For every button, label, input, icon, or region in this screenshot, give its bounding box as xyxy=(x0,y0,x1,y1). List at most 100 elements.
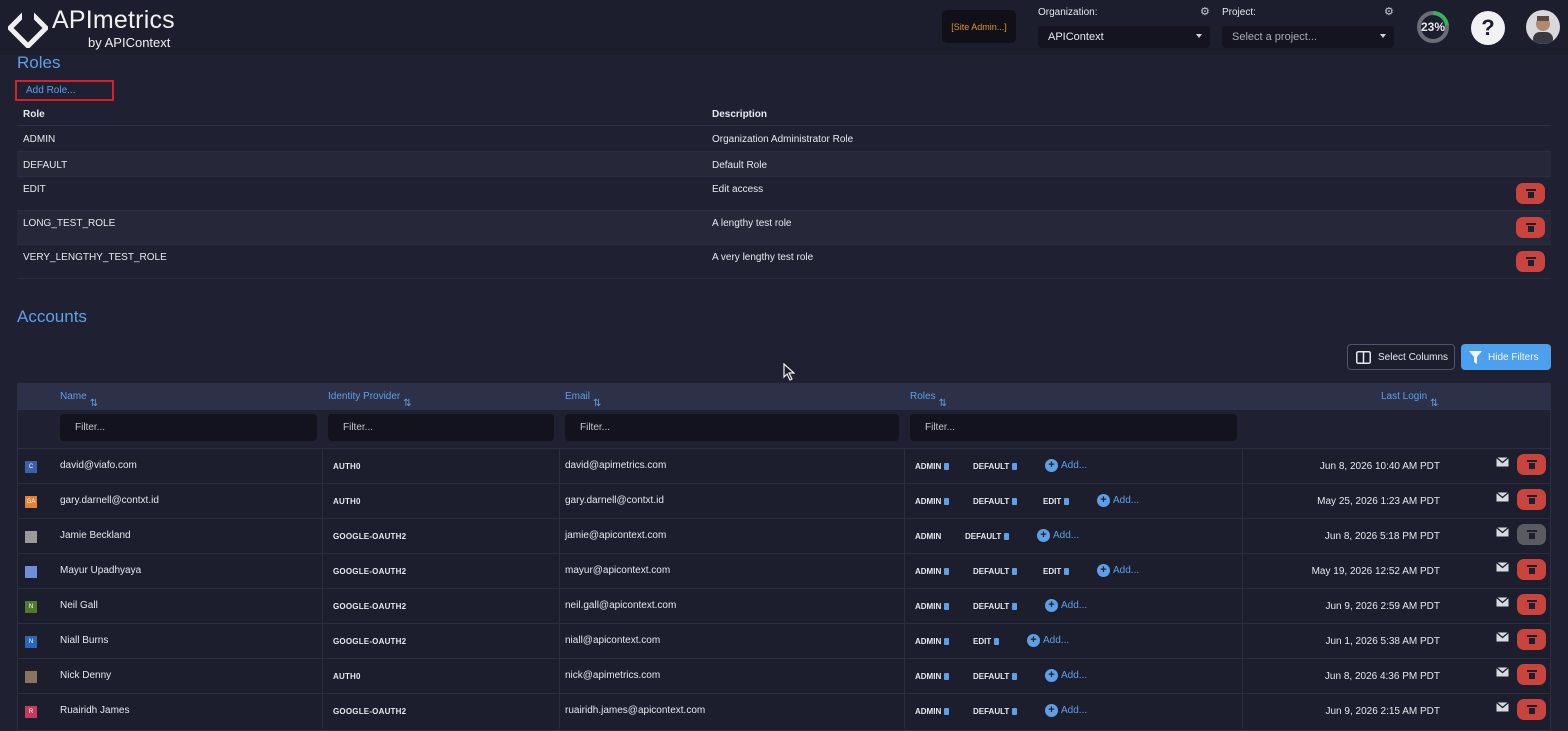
usage-progress-text: 23% xyxy=(1420,20,1446,34)
account-name: Mayur Upadhyaya xyxy=(60,565,142,576)
add-account-role-label: Add... xyxy=(1061,670,1088,681)
delete-role-button[interactable] xyxy=(1516,217,1545,238)
delete-account-button[interactable] xyxy=(1517,699,1546,720)
plus-circle-icon: + xyxy=(1045,599,1058,612)
add-account-role-link[interactable]: + Add... xyxy=(1097,494,1139,507)
email-column-label: Email xyxy=(565,391,591,402)
remove-role-icon[interactable] xyxy=(944,673,950,680)
identity-provider: GOOGLE-OAUTH2 xyxy=(333,567,407,576)
remove-role-icon[interactable] xyxy=(944,463,950,470)
trash-icon xyxy=(1526,495,1537,504)
delete-account-button[interactable] xyxy=(1517,594,1546,615)
envelope-icon[interactable] xyxy=(1496,527,1509,537)
last-login-column-header[interactable]: Last Login ⇅ xyxy=(1381,391,1439,409)
add-account-role-link[interactable]: + Add... xyxy=(1045,459,1087,472)
project-gear-icon[interactable]: ⚙ xyxy=(1384,5,1394,18)
remove-role-icon[interactable] xyxy=(944,568,950,575)
account-avatar xyxy=(25,531,37,543)
delete-role-button[interactable] xyxy=(1516,251,1545,272)
help-icon[interactable]: ? xyxy=(1471,11,1505,45)
envelope-icon[interactable] xyxy=(1496,597,1509,607)
remove-role-icon[interactable] xyxy=(1064,498,1070,505)
remove-role-icon[interactable] xyxy=(1004,533,1010,540)
delete-role-button[interactable] xyxy=(1516,183,1545,204)
remove-role-icon[interactable] xyxy=(944,638,950,645)
select-columns-button[interactable]: Select Columns xyxy=(1347,344,1455,370)
role-tag: ADMIN xyxy=(915,672,950,681)
plus-circle-icon: + xyxy=(1037,529,1050,542)
add-account-role-link[interactable]: + Add... xyxy=(1045,704,1087,717)
add-account-role-link[interactable]: + Add... xyxy=(1097,564,1139,577)
plus-circle-icon: + xyxy=(1045,459,1058,472)
remove-role-icon[interactable] xyxy=(1012,498,1018,505)
role-tag-label: ADMIN xyxy=(915,532,942,541)
hide-filters-button[interactable]: Hide Filters xyxy=(1461,344,1551,370)
remove-role-icon[interactable] xyxy=(1012,463,1018,470)
organization-select[interactable]: APIContext xyxy=(1038,26,1210,48)
delete-account-button[interactable] xyxy=(1517,524,1546,545)
account-avatar: N xyxy=(25,601,37,613)
filter-icon xyxy=(1469,350,1482,364)
email-column-header[interactable]: Email ⇅ xyxy=(565,391,601,409)
identity-provider: AUTH0 xyxy=(333,672,361,681)
plus-circle-icon: + xyxy=(1045,704,1058,717)
remove-role-icon[interactable] xyxy=(1012,708,1018,715)
account-name: Nick Denny xyxy=(60,670,112,681)
envelope-icon[interactable] xyxy=(1496,632,1509,642)
envelope-icon[interactable] xyxy=(1496,667,1509,677)
delete-account-button[interactable] xyxy=(1517,454,1546,475)
role-row: LONG_TEST_ROLE A lengthy test role xyxy=(17,211,1551,245)
brand-name: APImetrics xyxy=(52,6,175,34)
role-name: ADMIN xyxy=(23,134,56,145)
site-admin-button[interactable]: [Site Admin...] xyxy=(942,10,1016,43)
envelope-icon[interactable] xyxy=(1496,457,1509,467)
add-account-role-label: Add... xyxy=(1043,635,1070,646)
roles-column-header[interactable]: Roles ⇅ xyxy=(910,391,947,409)
roles-filter-input[interactable]: Filter... xyxy=(910,414,1237,441)
remove-role-icon[interactable] xyxy=(1064,568,1070,575)
remove-role-icon[interactable] xyxy=(944,708,950,715)
account-name: Niall Burns xyxy=(60,635,109,646)
add-account-role-link[interactable]: + Add... xyxy=(1045,599,1087,612)
delete-account-button[interactable] xyxy=(1517,629,1546,650)
account-email: ruairidh.james@apicontext.com xyxy=(565,705,706,716)
delete-account-button[interactable] xyxy=(1517,559,1546,580)
envelope-icon[interactable] xyxy=(1496,702,1509,712)
add-account-role-link[interactable]: + Add... xyxy=(1037,529,1079,542)
user-avatar[interactable] xyxy=(1526,10,1560,44)
envelope-icon[interactable] xyxy=(1496,562,1509,572)
email-filter-input[interactable]: Filter... xyxy=(565,414,899,441)
add-role-button[interactable]: Add Role... xyxy=(15,80,114,101)
identity-provider-filter-input[interactable]: Filter... xyxy=(328,414,554,441)
delete-account-button[interactable] xyxy=(1517,489,1546,510)
identity-provider-column-header[interactable]: Identity Provider ⇅ xyxy=(328,391,412,409)
role-tag-label: ADMIN xyxy=(915,462,942,471)
account-email: neil.gall@apicontext.com xyxy=(565,600,677,611)
name-filter-input[interactable]: Filter... xyxy=(60,414,317,441)
role-tag: EDIT xyxy=(1043,567,1070,576)
envelope-icon[interactable] xyxy=(1496,492,1509,502)
add-account-role-link[interactable]: + Add... xyxy=(1045,669,1087,682)
name-column-header[interactable]: Name ⇅ xyxy=(60,391,98,409)
add-account-role-label: Add... xyxy=(1061,460,1088,471)
filter-row: Filter... Filter... Filter... Filter... xyxy=(18,410,1550,450)
remove-role-icon[interactable] xyxy=(944,603,950,610)
organization-gear-icon[interactable]: ⚙ xyxy=(1200,5,1210,18)
delete-account-button[interactable] xyxy=(1517,664,1546,685)
remove-role-icon[interactable] xyxy=(1012,568,1018,575)
project-select[interactable]: Select a project... xyxy=(1222,26,1394,48)
role-tag: DEFAULT xyxy=(973,672,1018,681)
role-description: A very lengthy test role xyxy=(712,252,814,263)
apimetrics-logo-icon[interactable] xyxy=(8,8,48,48)
account-row: GA gary.darnell@contxt.id AUTH0 gary.darnel… xyxy=(18,483,1550,519)
add-account-role-link[interactable]: + Add... xyxy=(1027,634,1069,647)
remove-role-icon[interactable] xyxy=(1012,673,1018,680)
name-column-label: Name xyxy=(60,391,87,402)
last-login: Jun 8, 2026 10:40 AM PDT xyxy=(1319,461,1440,472)
remove-role-icon[interactable] xyxy=(944,498,950,505)
account-row: N Niall Burns GOOGLE-OAUTH2 niall@apicontex… xyxy=(18,623,1550,659)
remove-role-icon[interactable] xyxy=(994,638,1000,645)
role-row: EDIT Edit access xyxy=(17,177,1551,211)
account-email: gary.darnell@contxt.id xyxy=(565,495,664,506)
remove-role-icon[interactable] xyxy=(1012,603,1018,610)
